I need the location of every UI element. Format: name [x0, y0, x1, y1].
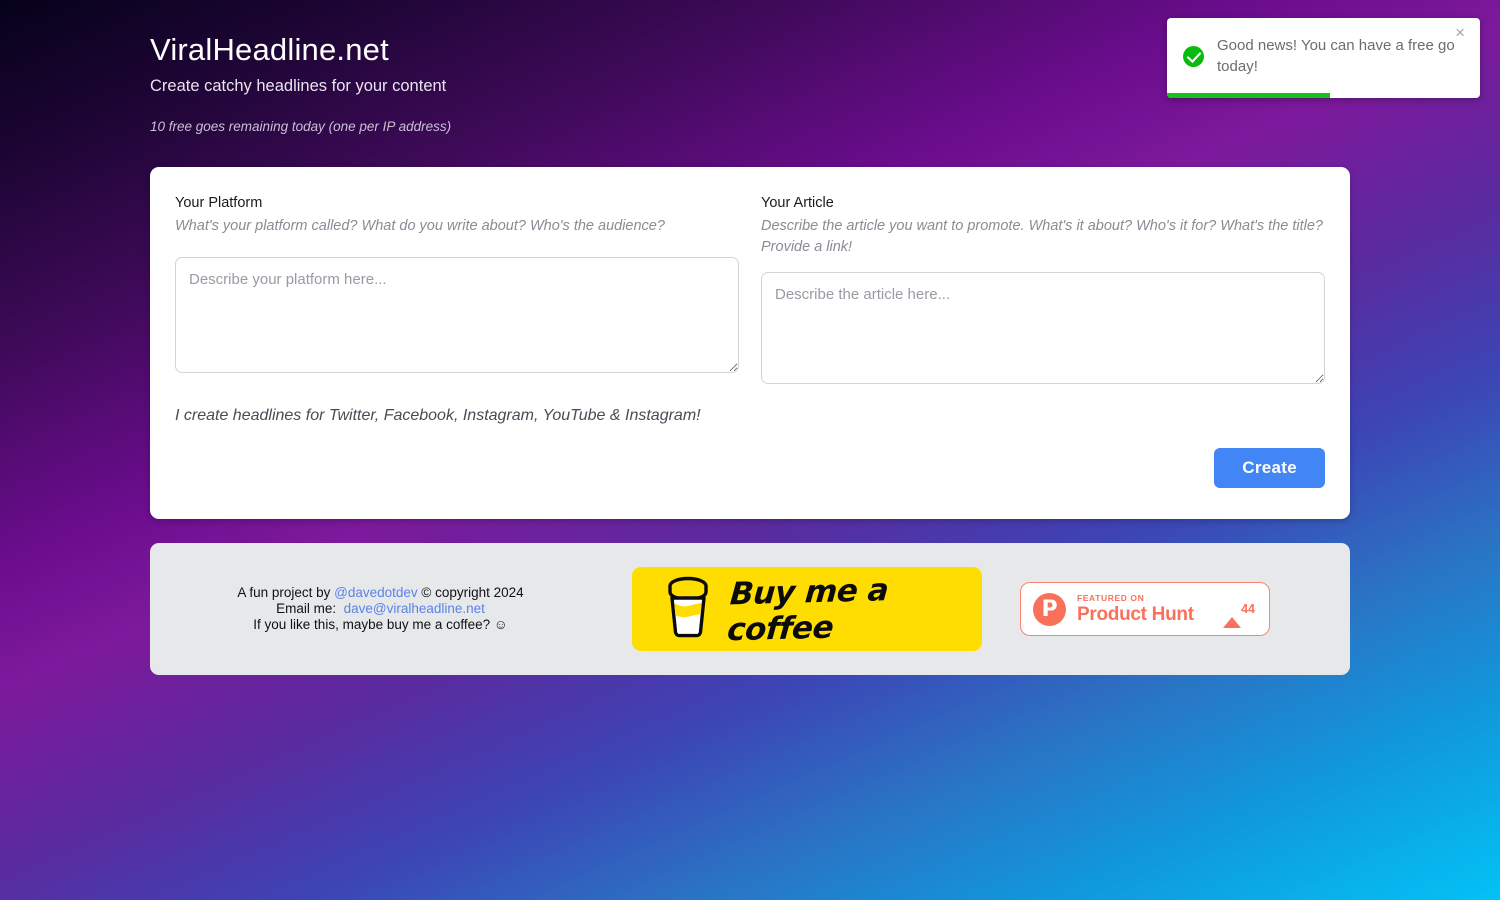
toast-body: Good news! You can have a free go today!: [1167, 18, 1480, 94]
email-line: Email me: dave@viralheadline.net: [168, 601, 593, 617]
success-check-icon: [1183, 45, 1204, 67]
create-button-row: Create: [175, 448, 1325, 488]
credit-suffix: © copyright 2024: [417, 585, 524, 600]
product-hunt-badge[interactable]: P FEATURED ON Product Hunt 44: [1020, 582, 1270, 636]
product-hunt-text: FEATURED ON Product Hunt: [1077, 594, 1212, 624]
headline-form-card: Your Platform What's your platform calle…: [150, 167, 1350, 519]
platform-input[interactable]: [175, 257, 739, 373]
platform-field-group: Your Platform What's your platform calle…: [175, 193, 739, 384]
upvote-arrow-icon: [1223, 600, 1242, 628]
platform-hint: What's your platform called? What do you…: [175, 218, 665, 234]
footer-card: A fun project by @davedotdev © copyright…: [150, 543, 1350, 675]
coffee-cup-icon: [661, 576, 715, 643]
create-button[interactable]: Create: [1214, 448, 1325, 488]
article-field-group: Your Article Describe the article you wa…: [761, 193, 1325, 384]
buy-me-a-coffee-label: Buy me a coffee: [725, 572, 890, 649]
buy-me-a-coffee-slot: Buy me a coffee: [593, 567, 1020, 651]
credit-line: A fun project by @davedotdev © copyright…: [168, 585, 593, 601]
author-link[interactable]: @davedotdev: [334, 585, 418, 600]
free-goes-notice: 10 free goes remaining today (one per IP…: [150, 119, 452, 134]
close-icon[interactable]: ×: [1449, 23, 1471, 42]
platform-label: Your Platform: [175, 195, 263, 211]
product-hunt-upvote[interactable]: 44: [1223, 600, 1257, 628]
footer-credits: A fun project by @davedotdev © copyright…: [168, 585, 593, 633]
toast-progress-bar: [1167, 93, 1330, 98]
platform-input-wrap: [175, 257, 739, 373]
email-label: Email me:: [276, 601, 337, 616]
coffee-prompt: If you like this, maybe buy me a coffee?…: [253, 617, 508, 632]
toast-notification[interactable]: Good news! You can have a free go today!…: [1167, 18, 1480, 98]
product-hunt-logo-icon: P: [1033, 592, 1066, 626]
article-label: Your Article: [761, 195, 834, 211]
article-input[interactable]: [761, 272, 1325, 384]
product-hunt-featured-label: FEATURED ON: [1077, 593, 1145, 604]
article-hint: Describe the article you want to promote…: [761, 218, 1323, 255]
credit-prefix: A fun project by: [237, 585, 335, 600]
form-columns: Your Platform What's your platform calle…: [175, 193, 1325, 384]
upvote-count: 44: [1241, 602, 1255, 616]
product-hunt-name: Product Hunt: [1077, 603, 1194, 625]
buy-me-a-coffee-button[interactable]: Buy me a coffee: [631, 567, 982, 651]
platforms-tagline: I create headlines for Twitter, Facebook…: [175, 407, 701, 424]
article-input-wrap: [761, 272, 1325, 384]
email-link[interactable]: dave@viralheadline.net: [344, 601, 485, 616]
toast-message: Good news! You can have a free go today!: [1217, 37, 1455, 75]
